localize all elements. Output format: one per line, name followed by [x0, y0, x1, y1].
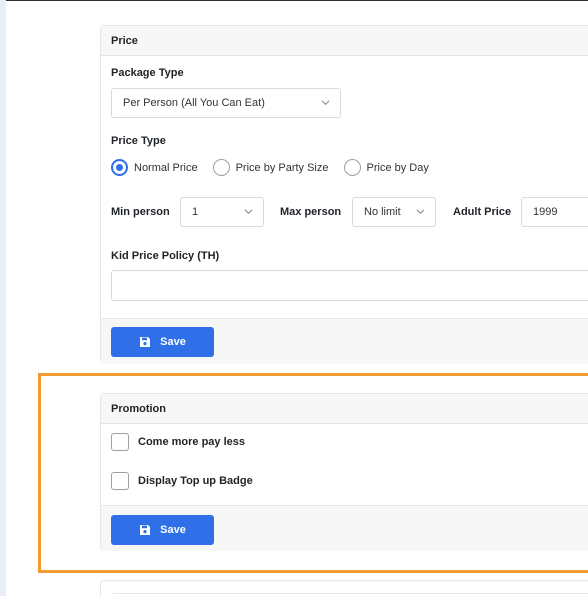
adult-price-value: 1999	[533, 206, 558, 218]
chevron-down-icon	[321, 100, 330, 106]
price-card-header: Price	[101, 26, 588, 56]
min-person-label: Min person	[111, 206, 170, 218]
radio-normal-price[interactable]: Normal Price	[111, 159, 198, 176]
min-person-value: 1	[192, 206, 199, 218]
radio-price-by-day-label: Price by Day	[366, 161, 429, 174]
promotion-save-label: Save	[160, 524, 186, 536]
max-person-label: Max person	[280, 206, 342, 218]
window-top-border	[0, 0, 588, 1]
promotion-card-title: Promotion	[111, 402, 166, 415]
promotion-save-button[interactable]: Save	[111, 515, 214, 545]
floppy-disk-icon	[140, 337, 151, 347]
chevron-down-icon	[416, 209, 425, 215]
checkbox-display-top-up-badge-label: Display Top up Badge	[138, 475, 253, 487]
price-save-button[interactable]: Save	[111, 327, 214, 357]
package-type-select[interactable]: Per Person (All You Can Eat)	[111, 88, 341, 118]
price-type-radio-group: Normal Price Price by Party Size Price b…	[111, 159, 444, 176]
price-save-label: Save	[160, 336, 186, 348]
radio-price-by-party-size-label: Price by Party Size	[235, 161, 329, 174]
radio-unselected-icon	[212, 159, 230, 176]
radio-price-by-day[interactable]: Price by Day	[343, 159, 429, 176]
radio-normal-price-label: Normal Price	[134, 161, 198, 174]
package-type-value: Per Person (All You Can Eat)	[123, 97, 265, 109]
divider	[113, 593, 588, 594]
checkbox-box[interactable]	[111, 433, 129, 451]
max-person-value: No limit	[364, 206, 401, 218]
price-card: Price Package Type Per Person (All You C…	[100, 25, 588, 364]
radio-unselected-icon	[343, 159, 361, 176]
kid-price-policy-input[interactable]	[111, 270, 588, 301]
floppy-disk-icon	[140, 525, 151, 535]
max-person-select[interactable]: No limit	[352, 197, 436, 227]
price-card-footer: Save	[101, 318, 588, 364]
radio-selected-icon	[111, 159, 128, 176]
promotion-card-header: Promotion	[101, 394, 588, 424]
kid-price-policy-label: Kid Price Policy (TH)	[111, 250, 220, 262]
promotion-card-footer: Save	[101, 505, 588, 551]
promotion-card: Promotion Come more pay less Display Top…	[100, 393, 588, 551]
left-rail	[0, 0, 6, 596]
package-type-label: Package Type	[111, 67, 184, 79]
radio-price-by-party-size[interactable]: Price by Party Size	[212, 159, 329, 176]
price-type-label: Price Type	[111, 135, 166, 147]
checkbox-come-more-pay-less-label: Come more pay less	[138, 436, 245, 448]
adult-price-input[interactable]: 1999	[521, 197, 588, 227]
price-card-title: Price	[111, 34, 138, 47]
checkbox-box[interactable]	[111, 472, 129, 490]
min-person-select[interactable]: 1	[180, 197, 264, 227]
checkbox-come-more-pay-less[interactable]: Come more pay less	[111, 433, 245, 451]
chevron-down-icon	[244, 209, 253, 215]
adult-price-label: Adult Price	[453, 206, 512, 218]
checkbox-display-top-up-badge[interactable]: Display Top up Badge	[111, 472, 253, 490]
next-card	[100, 580, 588, 596]
